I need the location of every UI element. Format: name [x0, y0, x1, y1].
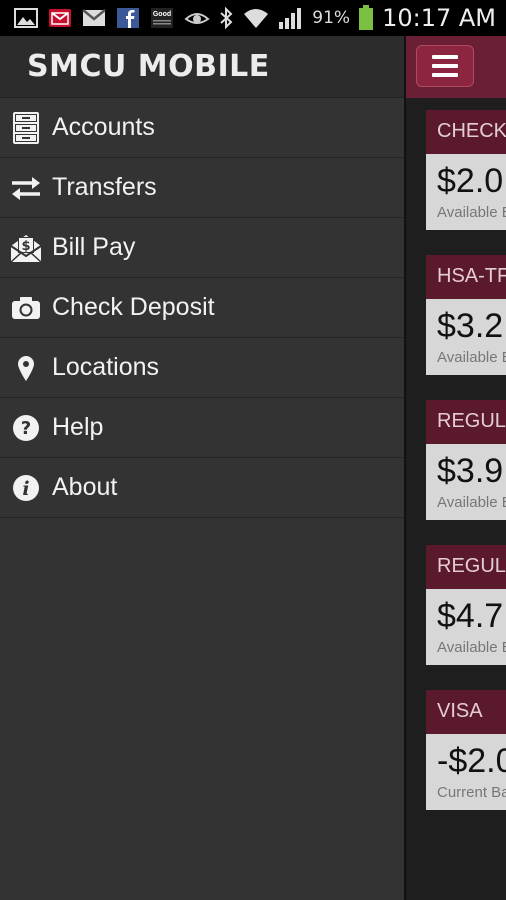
menu-item-locations[interactable]: Locations — [0, 338, 404, 398]
menu-toggle-button[interactable] — [416, 45, 474, 87]
menu-label-check-deposit: Check Deposit — [52, 293, 215, 321]
good-icon: Good — [151, 8, 173, 28]
balance-type: Available B — [437, 349, 506, 366]
status-bar: Good 91% 10:17 AM — [0, 0, 506, 36]
account-balance: $4.7 — [437, 597, 504, 635]
balance-type: Available B — [437, 639, 506, 656]
menu-item-check-deposit[interactable]: Check Deposit — [0, 278, 404, 338]
balance-type: Available B — [437, 204, 506, 221]
menu-item-about[interactable]: i About — [0, 458, 404, 518]
account-name: REGULA — [426, 545, 506, 589]
account-balance: $3.2 — [437, 307, 504, 345]
facebook-icon — [117, 8, 139, 28]
account-name: VISA — [426, 690, 506, 734]
svg-text:i: i — [22, 478, 29, 500]
navigation-drawer: SMCU MOBILE Accounts Transfers $ Bill Pa… — [0, 36, 404, 900]
transfer-arrows-icon — [10, 171, 42, 205]
account-card-regular-1[interactable]: REGULA $3.9 Available B — [426, 400, 506, 520]
action-bar — [406, 36, 506, 98]
account-balance: $3.9 — [437, 452, 504, 490]
menu-item-accounts[interactable]: Accounts — [0, 98, 404, 158]
account-name: HSA-TF — [426, 255, 506, 299]
hamburger-icon-bar — [432, 73, 458, 77]
map-pin-icon — [10, 351, 42, 385]
account-card-visa[interactable]: VISA -$2.0 Current Ba — [426, 690, 506, 810]
drawer-menu: Accounts Transfers $ Bill Pay Check Depo… — [0, 98, 404, 518]
gallery-icon — [14, 8, 38, 28]
menu-item-transfers[interactable]: Transfers — [0, 158, 404, 218]
system-icons: 91% 10:17 AM — [184, 4, 496, 32]
account-balance: $2.0 — [437, 162, 504, 200]
account-balance-panel: $2.0 Available B — [426, 154, 506, 230]
menu-label-help: Help — [52, 413, 104, 441]
wifi-icon — [244, 9, 269, 28]
app-title: SMCU MOBILE — [27, 49, 270, 84]
signal-icon — [279, 8, 302, 29]
camera-icon — [10, 291, 42, 325]
menu-label-about: About — [52, 473, 118, 501]
balance-type: Available B — [437, 494, 506, 511]
account-balance-panel: $4.7 Available B — [426, 589, 506, 665]
mail-red-icon — [49, 9, 71, 27]
account-name: CHECKI — [426, 110, 506, 154]
menu-label-bill-pay: Bill Pay — [52, 233, 136, 261]
eye-icon — [184, 13, 210, 24]
drawer-header: SMCU MOBILE — [0, 36, 404, 98]
menu-item-bill-pay[interactable]: $ Bill Pay — [0, 218, 404, 278]
svg-text:?: ? — [21, 418, 31, 439]
battery-icon — [359, 5, 374, 30]
info-icon: i — [10, 471, 42, 505]
svg-text:$: $ — [21, 239, 30, 254]
svg-text:Good: Good — [153, 11, 171, 18]
menu-item-help[interactable]: ? Help — [0, 398, 404, 458]
bill-envelope-icon: $ — [10, 231, 42, 265]
account-name: REGULA — [426, 400, 506, 444]
menu-label-accounts: Accounts — [52, 113, 155, 141]
accounts-content: CHECKI $2.0 Available B HSA-TF $3.2 Avai… — [404, 36, 506, 900]
account-balance-panel: $3.2 Available B — [426, 299, 506, 375]
account-balance: -$2.0 — [437, 742, 506, 780]
bluetooth-icon — [220, 6, 233, 30]
account-card-checking[interactable]: CHECKI $2.0 Available B — [426, 110, 506, 230]
gmail-icon — [82, 9, 106, 26]
hamburger-icon-bar — [432, 64, 458, 68]
hamburger-icon-bar — [432, 55, 458, 59]
app-screen: Good 91% 10:17 AM SMCU MOBILE Accounts T… — [0, 0, 506, 900]
account-card-hsa[interactable]: HSA-TF $3.2 Available B — [426, 255, 506, 375]
battery-percent: 91% — [312, 8, 351, 28]
help-icon: ? — [10, 411, 42, 445]
account-balance-panel: -$2.0 Current Ba — [426, 734, 506, 810]
menu-label-locations: Locations — [52, 353, 160, 381]
account-balance-panel: $3.9 Available B — [426, 444, 506, 520]
notification-icons: Good — [14, 7, 174, 29]
balance-type: Current Ba — [437, 784, 506, 801]
filing-cabinet-icon — [10, 111, 42, 145]
account-card-regular-2[interactable]: REGULA $4.7 Available B — [426, 545, 506, 665]
menu-label-transfers: Transfers — [52, 173, 157, 201]
clock: 10:17 AM — [382, 4, 496, 32]
